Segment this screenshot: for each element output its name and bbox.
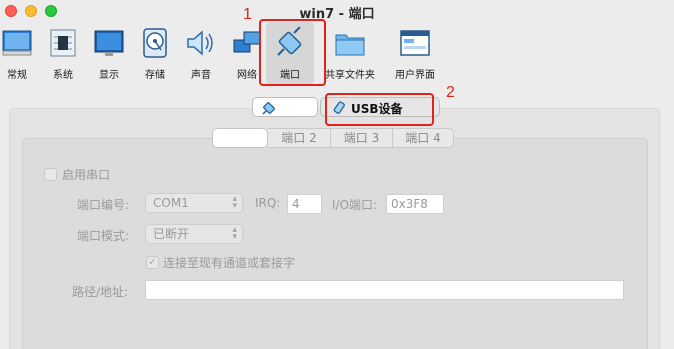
toolbar-item-system[interactable]: 系统 bbox=[47, 22, 79, 84]
tab-port-2[interactable]: 端口 2 bbox=[268, 128, 330, 148]
path-address-label: 路径/地址: bbox=[72, 285, 129, 299]
port-mode-select[interactable]: 已断开 ▴ ▾ bbox=[145, 224, 243, 244]
port-mode-value: 已断开 bbox=[153, 227, 190, 241]
toolbar-label: 系统 bbox=[53, 70, 73, 81]
port-number-value: COM1 bbox=[153, 196, 189, 210]
title-bar: win7 - 端口 bbox=[0, 0, 674, 22]
settings-window: win7 - 端口 常规 系统 显示 存储 声音 网络 端口 共享文件夹 用户界… bbox=[0, 0, 674, 349]
toolbar-item-shared-folders[interactable]: 共享文件夹 bbox=[325, 22, 375, 84]
toolbar-label: 显示 bbox=[99, 70, 119, 81]
annotation-number-2: 2 bbox=[446, 84, 455, 101]
chevron-updown-icon: ▴ ▾ bbox=[232, 225, 237, 242]
connect-existing-label: 连接至现有通道或套接字 bbox=[163, 256, 296, 270]
window-title: win7 - 端口 bbox=[299, 7, 375, 22]
serial-port-icon bbox=[262, 102, 275, 115]
toolbar-item-display[interactable]: 显示 bbox=[93, 22, 125, 84]
tab-port-4[interactable]: 端口 4 bbox=[392, 128, 454, 148]
irq-label: IRQ: bbox=[255, 196, 281, 210]
annotation-box-1 bbox=[259, 19, 326, 86]
chevron-updown-icon: ▴ ▾ bbox=[232, 194, 237, 211]
irq-input[interactable]: 4 bbox=[287, 194, 322, 214]
toolbar-item-user-interface[interactable]: 用户界面 bbox=[395, 22, 435, 84]
toolbar-item-general[interactable]: 常规 bbox=[1, 22, 33, 84]
system-chip-icon bbox=[50, 29, 76, 57]
toolbar-label: 用户界面 bbox=[395, 70, 435, 81]
shared-folder-icon bbox=[335, 34, 365, 56]
storage-disk-icon bbox=[143, 28, 167, 58]
toolbar-label: 共享文件夹 bbox=[325, 70, 375, 81]
settings-toolbar: 常规 系统 显示 存储 声音 网络 端口 共享文件夹 用户界面 bbox=[0, 22, 674, 84]
port-mode-label: 端口模式: bbox=[77, 229, 130, 243]
toolbar-item-storage[interactable]: 存储 bbox=[139, 22, 171, 84]
annotation-number-1: 1 bbox=[243, 6, 252, 23]
toolbar-item-audio[interactable]: 声音 bbox=[185, 22, 217, 84]
general-icon bbox=[2, 30, 32, 56]
port-number-label: 端口编号: bbox=[77, 198, 130, 212]
display-monitor-icon bbox=[94, 30, 124, 56]
user-interface-icon bbox=[400, 30, 430, 56]
port-number-select[interactable]: COM1 ▴ ▾ bbox=[145, 193, 243, 213]
connect-existing-checkbox[interactable]: ✓ bbox=[146, 256, 159, 269]
tab-port-1[interactable] bbox=[212, 128, 268, 148]
toolbar-label: 存储 bbox=[145, 70, 165, 81]
path-address-input[interactable] bbox=[145, 280, 624, 300]
toolbar-label: 声音 bbox=[191, 70, 211, 81]
annotation-box-2 bbox=[325, 93, 434, 126]
tab-serial-ports[interactable] bbox=[252, 97, 318, 117]
enable-serial-port-label: 启用串口 bbox=[62, 168, 111, 182]
io-port-input[interactable]: 0x3F8 bbox=[386, 194, 444, 214]
enable-serial-port-checkbox[interactable] bbox=[44, 168, 57, 181]
speaker-icon bbox=[187, 30, 213, 56]
tab-port-3[interactable]: 端口 3 bbox=[330, 128, 392, 148]
io-port-label: I/O端口: bbox=[332, 198, 378, 212]
